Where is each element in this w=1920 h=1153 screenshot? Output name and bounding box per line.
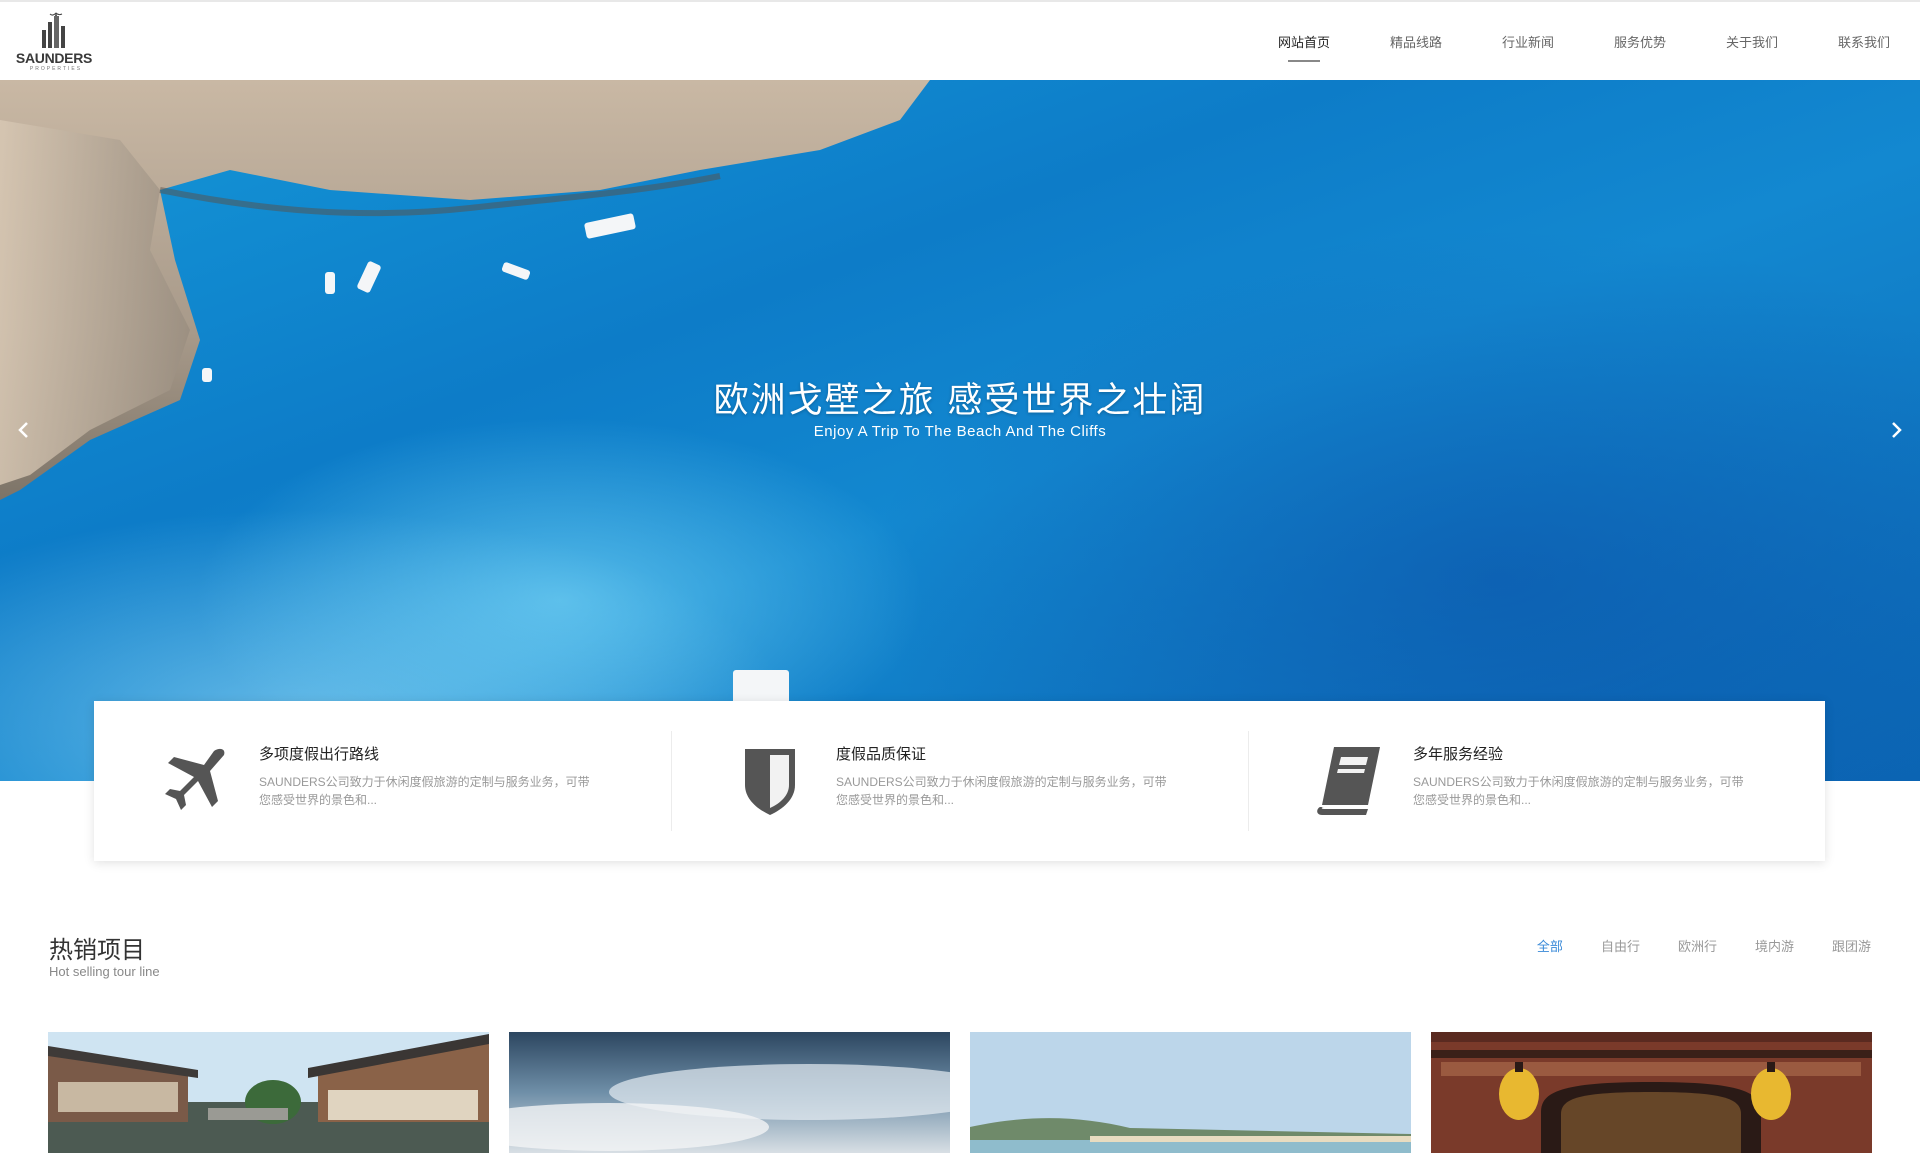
features-card: 多项度假出行路线 SAUNDERS公司致力于休闲度假旅游的定制与服务业务，可带您… bbox=[94, 701, 1825, 861]
site-header: SAUNDERS PROPERTIES 网站首页 精品线路 行业新闻 服务优势 … bbox=[0, 0, 1920, 80]
filter-free-travel[interactable]: 自由行 bbox=[1601, 936, 1640, 955]
nav-item-advantages[interactable]: 服务优势 bbox=[1584, 2, 1696, 80]
lantern-building-image bbox=[1431, 1032, 1872, 1153]
section-subtitle: Hot selling tour line bbox=[49, 964, 160, 979]
logo-tagline: PROPERTIES bbox=[29, 66, 83, 72]
feature-desc: SAUNDERS公司致力于休闲度假旅游的定制与服务业务，可带您感受世界的景色和.… bbox=[259, 775, 590, 807]
logo[interactable]: SAUNDERS PROPERTIES bbox=[12, 12, 96, 74]
nav-item-home[interactable]: 网站首页 bbox=[1248, 2, 1360, 80]
tour-card-image[interactable] bbox=[970, 1032, 1411, 1153]
hero-banner: 欧洲戈壁之旅 感受世界之壮阔 Enjoy A Trip To The Beach… bbox=[0, 80, 1920, 781]
tour-card-image[interactable] bbox=[1431, 1032, 1872, 1153]
chevron-right-icon[interactable] bbox=[1884, 418, 1908, 442]
nav-item-contact[interactable]: 联系我们 bbox=[1808, 2, 1920, 80]
feature-desc: SAUNDERS公司致力于休闲度假旅游的定制与服务业务，可带您感受世界的景色和.… bbox=[1413, 775, 1744, 807]
section-title: 热销项目 bbox=[49, 937, 145, 964]
filter-europe[interactable]: 欧洲行 bbox=[1678, 936, 1717, 955]
hero-subtitle: Enjoy A Trip To The Beach And The Cliffs bbox=[813, 423, 1107, 440]
feature-item[interactable]: 度假品质保证 SAUNDERS公司致力于休闲度假旅游的定制与服务业务，可带您感受… bbox=[671, 701, 1248, 861]
logo-name: SAUNDERS bbox=[15, 50, 93, 66]
nav-item-news[interactable]: 行业新闻 bbox=[1472, 2, 1584, 80]
main-nav: 网站首页 精品线路 行业新闻 服务优势 关于我们 联系我们 bbox=[1248, 2, 1920, 80]
tour-cards bbox=[48, 1032, 1872, 1153]
filter-group-tour[interactable]: 跟团游 bbox=[1832, 936, 1871, 955]
hero-title: 欧洲戈壁之旅 感受世界之壮阔 bbox=[713, 381, 1207, 420]
nav-item-about[interactable]: 关于我们 bbox=[1696, 2, 1808, 80]
feature-item[interactable]: 多项度假出行路线 SAUNDERS公司致力于休闲度假旅游的定制与服务业务，可带您… bbox=[94, 701, 671, 861]
boat bbox=[325, 272, 335, 294]
airplane-icon bbox=[165, 748, 225, 810]
book-icon bbox=[1317, 747, 1380, 815]
feature-title: 多项度假出行路线 bbox=[259, 746, 380, 763]
logo-buildings-icon bbox=[42, 12, 65, 48]
chevron-left-icon[interactable] bbox=[12, 418, 36, 442]
feature-title: 度假品质保证 bbox=[836, 746, 927, 763]
feature-title: 多年服务经验 bbox=[1413, 746, 1504, 763]
feature-desc: SAUNDERS公司致力于休闲度假旅游的定制与服务业务，可带您感受世界的景色和.… bbox=[836, 775, 1167, 807]
water-town-image bbox=[48, 1032, 489, 1153]
tour-card-image[interactable] bbox=[509, 1032, 950, 1153]
beach-image bbox=[970, 1032, 1411, 1153]
category-filters: 全部 自由行 欧洲行 境内游 跟团游 bbox=[1499, 936, 1871, 955]
shield-icon bbox=[745, 749, 795, 815]
filter-domestic[interactable]: 境内游 bbox=[1755, 936, 1794, 955]
filter-all[interactable]: 全部 bbox=[1537, 936, 1563, 955]
feature-item[interactable]: 多年服务经验 SAUNDERS公司致力于休闲度假旅游的定制与服务业务，可带您感受… bbox=[1248, 701, 1825, 861]
tour-card-image[interactable] bbox=[48, 1032, 489, 1153]
nav-item-routes[interactable]: 精品线路 bbox=[1360, 2, 1472, 80]
sky-image bbox=[509, 1032, 950, 1153]
